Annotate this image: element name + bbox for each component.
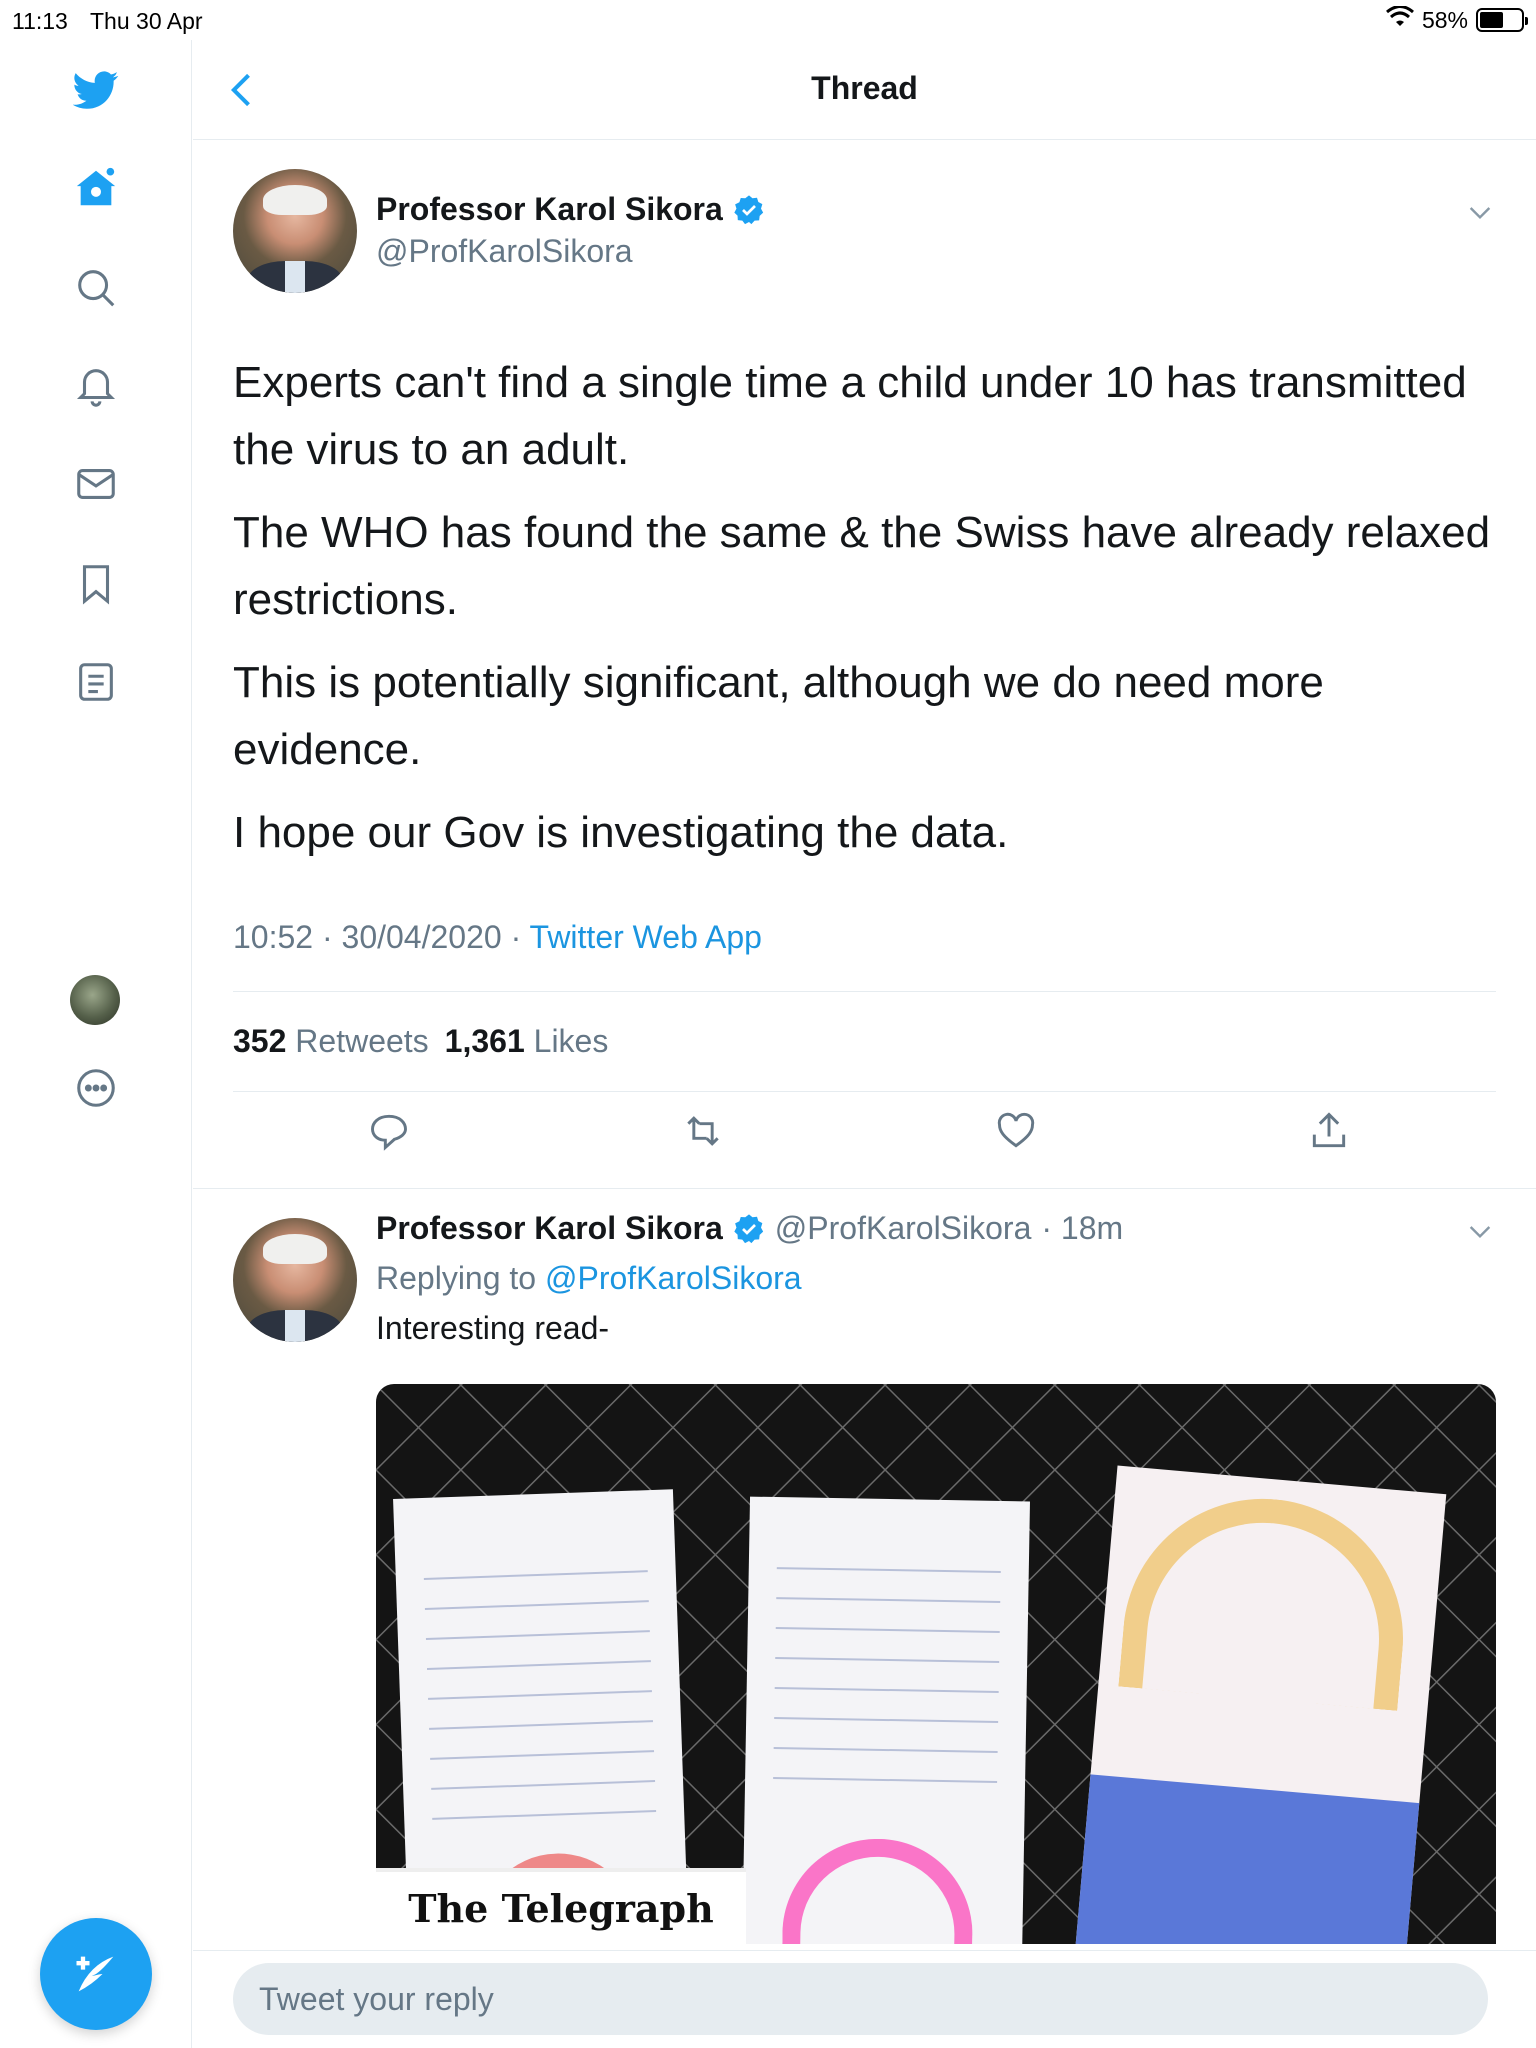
like-button[interactable] bbox=[994, 1109, 1044, 1159]
retweets-label: Retweets bbox=[295, 1023, 429, 1059]
twitter-bird-icon[interactable] bbox=[66, 60, 126, 120]
battery-icon bbox=[1476, 8, 1528, 32]
reply-input[interactable]: Tweet your reply bbox=[233, 1963, 1488, 2035]
tweet-meta: 10:52 · 30/04/2020 · Twitter Web App bbox=[233, 919, 762, 956]
verified-badge-icon bbox=[734, 194, 763, 224]
mail-icon[interactable] bbox=[66, 454, 126, 514]
share-icon bbox=[1312, 1112, 1346, 1148]
status-date: Thu 30 Apr bbox=[90, 8, 203, 34]
thread-header: Thread bbox=[193, 40, 1536, 140]
reply-header: Professor Karol Sikora @ProfKarolSikora … bbox=[376, 1210, 1123, 1247]
media-caption: The Telegraph bbox=[376, 1868, 746, 1944]
retweet-icon bbox=[687, 1116, 719, 1146]
reply-tweet[interactable]: Professor Karol Sikora @ProfKarolSikora … bbox=[193, 1190, 1536, 1950]
tweet-paragraph: Experts can't find a single time a child… bbox=[233, 358, 1467, 474]
status-right: 58% bbox=[1385, 5, 1528, 34]
tweet-source-app[interactable]: Twitter Web App bbox=[530, 919, 762, 955]
reply-bar: Tweet your reply bbox=[193, 1950, 1536, 2048]
wifi-icon bbox=[1385, 5, 1414, 34]
chevron-down-icon[interactable] bbox=[1464, 196, 1496, 228]
retweet-button[interactable] bbox=[681, 1109, 731, 1159]
letter-3 bbox=[1075, 1465, 1447, 1944]
status-bar: 11:13 Thu 30 Apr 58% bbox=[0, 0, 1536, 40]
divider bbox=[233, 991, 1496, 992]
reply-text: Interesting read- bbox=[376, 1310, 610, 1346]
letter-2 bbox=[742, 1496, 1030, 1944]
replying-label: Replying to bbox=[376, 1260, 537, 1296]
share-button[interactable] bbox=[1307, 1109, 1357, 1159]
divider bbox=[233, 1091, 1496, 1092]
tweet-paragraph: I hope our Gov is investigating the data… bbox=[233, 808, 1009, 857]
likes-count: 1,361 bbox=[444, 1023, 525, 1059]
sidebar-nav bbox=[0, 40, 192, 2048]
author-name[interactable]: Professor Karol Sikora bbox=[376, 191, 723, 228]
reply-icon bbox=[371, 1114, 407, 1151]
tweet-timestamp[interactable]: 10:52 · 30/04/2020 · bbox=[233, 919, 530, 955]
tweet-paragraph: This is potentially significant, althoug… bbox=[233, 658, 1324, 774]
likes-stat[interactable]: 1,361 Likes bbox=[445, 1023, 609, 1060]
tweet-text: Experts can't find a single time a child… bbox=[233, 349, 1503, 882]
tweet-actions bbox=[193, 1109, 1536, 1169]
compose-tweet-button[interactable] bbox=[40, 1918, 152, 2030]
heart-icon bbox=[997, 1112, 1035, 1148]
author-handle[interactable]: @ProfKarolSikora bbox=[376, 233, 633, 270]
bell-icon[interactable] bbox=[66, 356, 126, 416]
replying-to: Replying to @ProfKarolSikora bbox=[376, 1260, 802, 1297]
chevron-down-icon[interactable] bbox=[1464, 1215, 1496, 1247]
bookmark-icon[interactable] bbox=[66, 554, 126, 614]
replying-to-handle[interactable]: @ProfKarolSikora bbox=[545, 1260, 802, 1296]
likes-label: Likes bbox=[533, 1023, 609, 1059]
retweets-count: 352 bbox=[233, 1023, 287, 1059]
compose-icon bbox=[76, 1956, 114, 1992]
search-icon[interactable] bbox=[66, 258, 126, 318]
tweet-media-image[interactable]: The Telegraph bbox=[376, 1384, 1496, 1944]
status-time: 11:13 bbox=[12, 8, 68, 34]
more-icon[interactable] bbox=[66, 1058, 126, 1118]
reply-author-avatar[interactable] bbox=[233, 1218, 357, 1342]
tweet-stats: 352 Retweets 1,361 Likes bbox=[233, 1023, 608, 1060]
list-icon[interactable] bbox=[66, 652, 126, 712]
author-name-row: Professor Karol Sikora bbox=[376, 191, 765, 228]
reply-time: · 18m bbox=[1041, 1210, 1124, 1246]
page-title: Thread bbox=[811, 70, 918, 106]
verified-badge-icon bbox=[734, 1213, 763, 1243]
reply-button[interactable] bbox=[367, 1109, 417, 1159]
battery-percent: 58% bbox=[1421, 6, 1468, 33]
reply-author-handle[interactable]: @ProfKarolSikora bbox=[775, 1210, 1032, 1247]
reply-author-name[interactable]: Professor Karol Sikora bbox=[376, 1210, 723, 1247]
tweet-paragraph: The WHO has found the same & the Swiss h… bbox=[233, 508, 1491, 624]
retweets-stat[interactable]: 352 Retweets bbox=[233, 1023, 429, 1060]
author-avatar[interactable] bbox=[233, 169, 357, 293]
main-tweet: Professor Karol Sikora @ProfKarolSikora … bbox=[193, 141, 1536, 1189]
home-icon[interactable] bbox=[66, 158, 126, 218]
profile-avatar[interactable] bbox=[70, 975, 120, 1025]
